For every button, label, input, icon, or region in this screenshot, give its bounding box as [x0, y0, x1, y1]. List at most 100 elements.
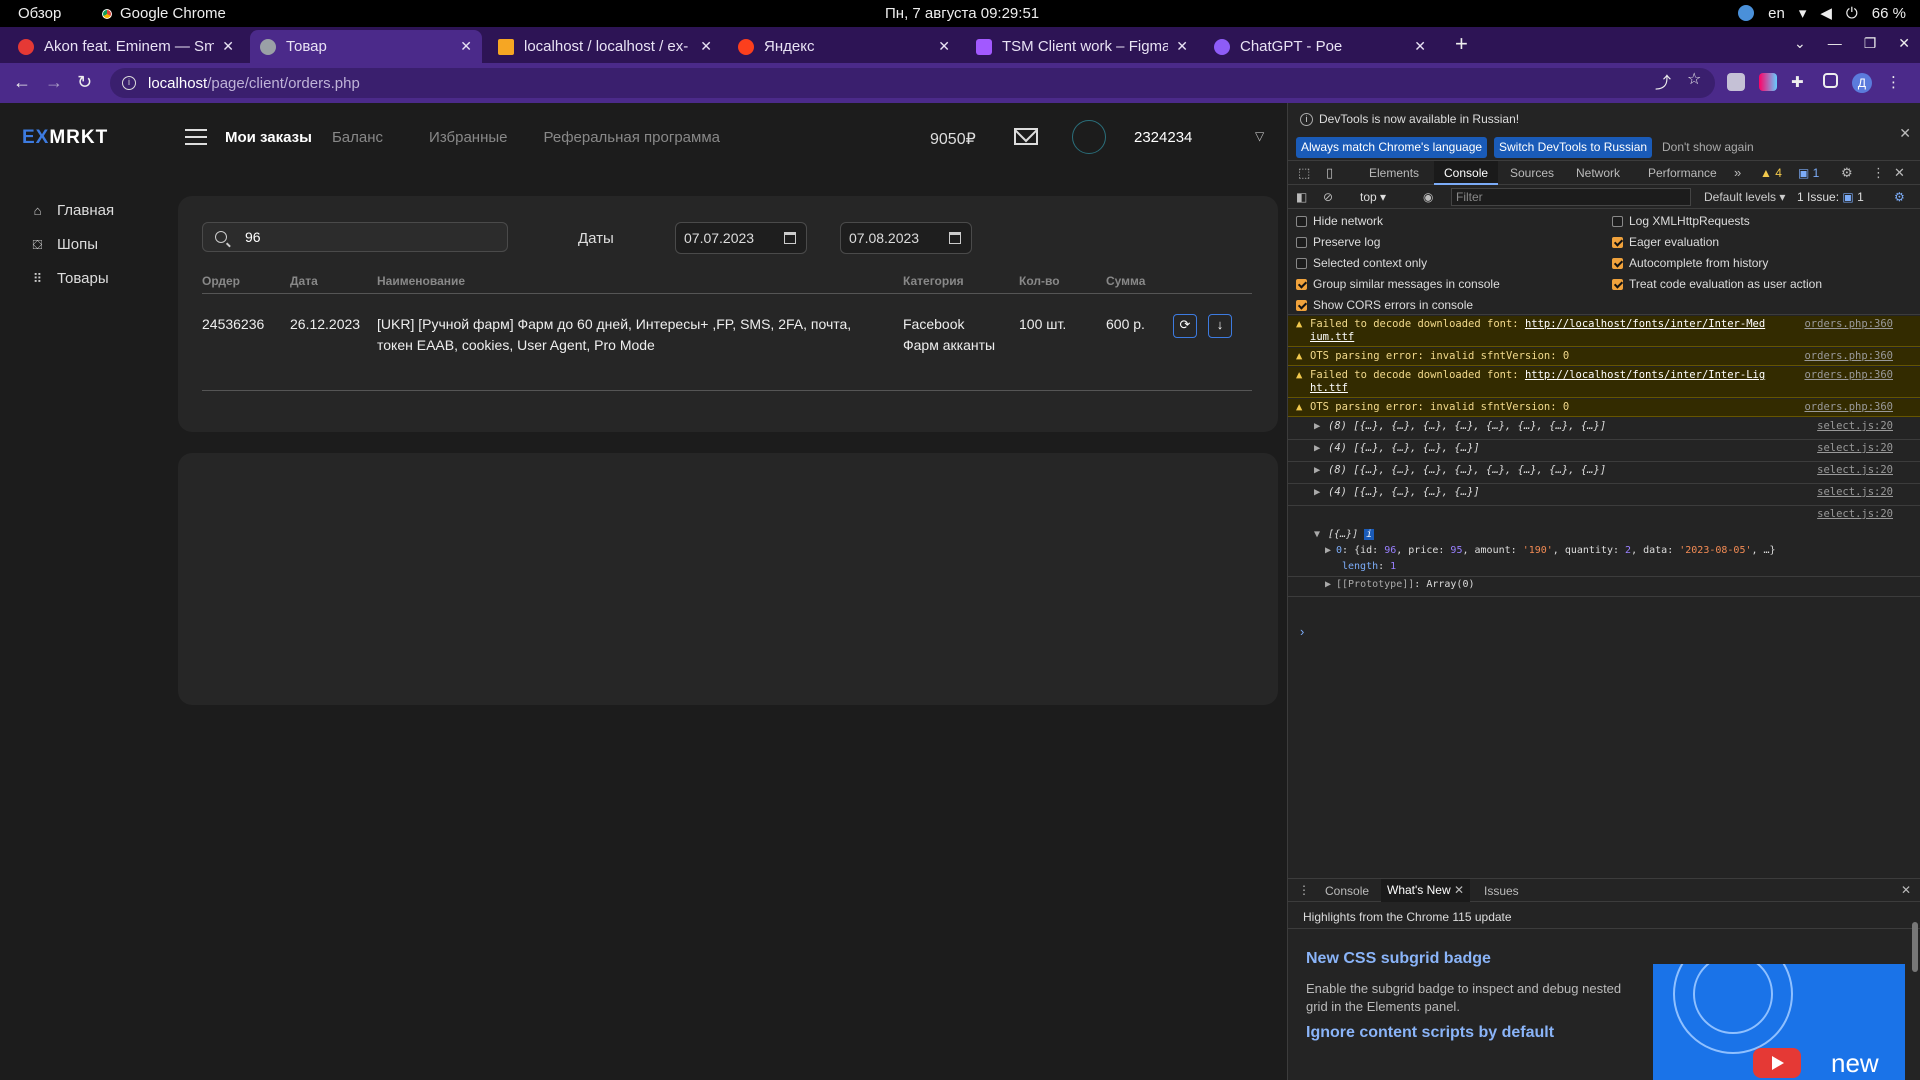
profile-avatar[interactable]: Д — [1852, 73, 1872, 93]
tree-root[interactable]: [{…}] i — [1328, 529, 1375, 540]
close-banner-icon[interactable]: ✕ — [1899, 125, 1911, 142]
checkbox-preserve-log[interactable]: Preserve log — [1296, 235, 1380, 249]
close-tab-icon[interactable]: ✕ — [460, 38, 472, 55]
reload-icon[interactable]: ↻ — [77, 72, 92, 93]
tab-performance[interactable]: Performance — [1648, 166, 1717, 180]
device-toolbar-icon[interactable]: ▯ — [1326, 165, 1333, 181]
feature-title[interactable]: New CSS subgrid badge — [1306, 950, 1491, 968]
forward-arrow-icon[interactable]: → — [45, 72, 63, 93]
console-prompt-chevron-icon[interactable]: › — [1300, 624, 1304, 639]
youtube-play-icon[interactable] — [1753, 1048, 1801, 1078]
date-from-input[interactable]: 07.07.2023 — [675, 222, 807, 254]
filter-input[interactable]: Filter — [1451, 188, 1691, 206]
calendar-icon[interactable] — [784, 232, 796, 244]
column-header[interactable]: Дата — [290, 274, 318, 288]
console-settings-gear-icon[interactable]: ⚙ — [1894, 190, 1905, 204]
checkbox-box[interactable] — [1612, 215, 1623, 227]
bookmark-star-icon[interactable]: ☆ — [1687, 69, 1701, 93]
checkbox-log-xhr[interactable]: Log XMLHttpRequests — [1612, 214, 1750, 228]
checkbox-box[interactable] — [1612, 236, 1623, 248]
new-tab-plus-icon[interactable]: + — [1455, 31, 1468, 57]
console-log-entry[interactable]: ▶ (4) [{…}, {…}, {…}, {…}] select.js:20 — [1288, 484, 1920, 506]
sidebar-item-home[interactable]: ⌂ Главная — [30, 193, 115, 227]
font-url-link[interactable]: ium.ttf — [1310, 331, 1354, 343]
source-link[interactable]: select.js:20 — [1817, 442, 1893, 454]
match-language-button[interactable]: Always match Chrome's language — [1296, 137, 1488, 158]
expand-triangle-icon[interactable]: ▶ — [1314, 442, 1320, 454]
tab-network[interactable]: Network — [1576, 166, 1620, 180]
console-log-entry[interactable]: ▶ (4) [{…}, {…}, {…}, {…}] select.js:20 — [1288, 440, 1920, 462]
source-link[interactable]: select.js:20 — [1817, 464, 1893, 476]
orders-search[interactable] — [202, 222, 508, 252]
tab-console[interactable]: Console — [1434, 161, 1499, 185]
log-object[interactable]: (4) [{…}, {…}, {…}, {…}] — [1328, 442, 1480, 454]
keyboard-layout[interactable]: en — [1768, 5, 1785, 22]
system-tray[interactable]: en ▾ ◀ ⏻ 66 % — [1738, 4, 1906, 22]
tree-prototype[interactable]: [[Prototype]]: Array(0) — [1336, 579, 1475, 590]
source-link[interactable]: orders.php:360 — [1804, 318, 1893, 330]
source-link[interactable]: orders.php:360 — [1804, 401, 1893, 413]
drawer-tab-console[interactable]: Console — [1325, 884, 1369, 898]
side-panel-icon[interactable] — [1823, 73, 1838, 88]
feature-title[interactable]: Ignore content scripts by default — [1306, 1024, 1554, 1042]
expand-triangle-icon[interactable]: ▶ — [1325, 579, 1331, 590]
drawer-tab-whats-new[interactable]: What's New ✕ — [1381, 879, 1471, 902]
column-header[interactable]: Категория — [903, 274, 964, 288]
checkbox-box[interactable] — [1296, 236, 1307, 248]
checkbox-show-cors[interactable]: Show CORS errors in console — [1296, 298, 1473, 312]
close-tab-icon[interactable]: ✕ — [938, 38, 950, 55]
collapse-triangle-icon[interactable]: ▼ — [1314, 529, 1320, 540]
download-order-button[interactable]: ↓ — [1208, 314, 1232, 338]
log-object[interactable]: (8) [{…}, {…}, {…}, {…}, {…}, {…}, {…}, … — [1328, 420, 1606, 432]
source-link[interactable]: select.js:20 — [1817, 486, 1893, 498]
tree-item[interactable]: 0: {id: 96, price: 95, amount: '190', qu… — [1336, 545, 1776, 556]
browser-tab[interactable]: TSM Client work – Figma ✕ — [966, 30, 1198, 63]
tab-search-chevron-icon[interactable]: ⌄ — [1794, 35, 1806, 52]
source-link[interactable]: select.js:20 — [1817, 508, 1893, 520]
context-selector[interactable]: top ▾ — [1360, 190, 1386, 204]
expand-triangle-icon[interactable]: ▶ — [1314, 486, 1320, 498]
messages-badge[interactable]: ▣ 1 — [1798, 166, 1819, 180]
source-link[interactable]: select.js:20 — [1817, 420, 1893, 432]
back-arrow-icon[interactable]: ← — [13, 72, 31, 93]
extension-color-icon[interactable] — [1759, 73, 1777, 91]
expand-triangle-icon[interactable]: ▶ — [1325, 545, 1331, 556]
close-devtools-icon[interactable]: ✕ — [1894, 165, 1905, 181]
address-bar[interactable]: i localhost/page/client/orders.php — [110, 68, 1715, 98]
whats-new-video-thumbnail[interactable]: new — [1653, 964, 1905, 1080]
site-info-icon[interactable]: i — [122, 76, 136, 90]
sidebar-toggle-icon[interactable]: ◧ — [1296, 190, 1307, 204]
dropdown-triangle-icon[interactable]: ▽ — [1255, 129, 1264, 143]
calendar-icon[interactable] — [949, 232, 961, 244]
site-logo[interactable]: EXMRKT — [22, 127, 108, 149]
table-row[interactable]: 24536236 26.12.2023 [UKR] [Ручной фарм] … — [202, 314, 1252, 384]
browser-tab[interactable]: ChatGPT - Poe ✕ — [1204, 30, 1436, 63]
checkbox-selected-context[interactable]: Selected context only — [1296, 256, 1427, 270]
user-menu[interactable]: 2324234 ▽ — [1070, 120, 1270, 156]
log-object[interactable]: (8) [{…}, {…}, {…}, {…}, {…}, {…}, {…}, … — [1328, 464, 1606, 476]
activities-button[interactable]: Обзор — [18, 5, 61, 22]
close-window-icon[interactable]: ✕ — [1898, 35, 1910, 52]
expand-triangle-icon[interactable]: ▶ — [1314, 420, 1320, 432]
date-to-input[interactable]: 07.08.2023 — [840, 222, 972, 254]
checkbox-box[interactable] — [1612, 278, 1623, 290]
settings-gear-icon[interactable]: ⚙ — [1841, 165, 1853, 181]
maximize-icon[interactable]: ❐ — [1864, 35, 1877, 52]
close-tab-icon[interactable]: ✕ — [222, 38, 234, 55]
close-drawer-icon[interactable]: ✕ — [1901, 883, 1911, 897]
checkbox-treat-eval[interactable]: Treat code evaluation as user action — [1612, 277, 1822, 291]
source-link[interactable]: orders.php:360 — [1804, 350, 1893, 362]
app-menu[interactable]: Google Chrome — [100, 5, 226, 22]
mail-envelope-icon[interactable] — [1014, 128, 1038, 145]
checkbox-box[interactable] — [1296, 278, 1307, 290]
switch-russian-button[interactable]: Switch DevTools to Russian — [1494, 137, 1653, 158]
column-header[interactable]: Наименование — [377, 274, 465, 288]
clear-console-icon[interactable]: ⊘ — [1323, 190, 1333, 204]
close-tab-icon[interactable]: ✕ — [1176, 38, 1188, 55]
sidebar-item-shops[interactable]: ⛋ Шопы — [30, 227, 114, 261]
live-expression-eye-icon[interactable]: ◉ — [1423, 190, 1433, 204]
browser-tab-active[interactable]: Товар ✕ — [250, 30, 482, 63]
minimize-icon[interactable]: — — [1828, 35, 1842, 52]
tab-sources[interactable]: Sources — [1510, 166, 1554, 180]
console-log-entry[interactable]: ▶ (8) [{…}, {…}, {…}, {…}, {…}, {…}, {…}… — [1288, 462, 1920, 484]
